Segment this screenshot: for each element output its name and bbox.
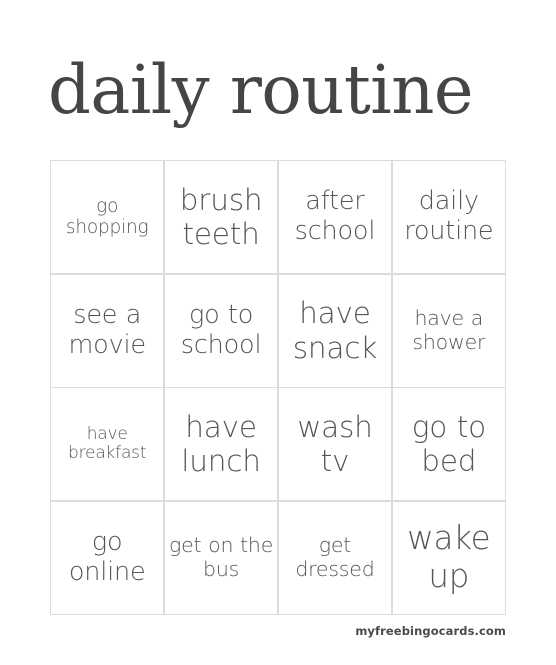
bingo-grid: go shopping brush teeth after school daily …: [50, 160, 506, 615]
bingo-cell-label: after school: [294, 186, 376, 247]
bingo-cell[interactable]: have breakfast: [51, 388, 164, 501]
bingo-cell[interactable]: go to bed: [392, 388, 505, 501]
bingo-cell-label: brush teeth: [179, 182, 263, 252]
bingo-cell[interactable]: after school: [278, 161, 392, 274]
bingo-cell[interactable]: go online: [51, 501, 164, 614]
bingo-cell[interactable]: see a movie: [51, 274, 164, 387]
bingo-cell-label: get on the bus: [168, 533, 274, 581]
bingo-cell-label: have lunch: [181, 410, 261, 479]
bingo-cell-label: see a movie: [68, 300, 147, 360]
bingo-cell-label: wash tv: [297, 410, 373, 479]
bingo-cell-label: have a shower: [412, 305, 486, 354]
bingo-cell-label: go to school: [180, 300, 262, 360]
bingo-cell[interactable]: brush teeth: [164, 161, 278, 274]
footer-attribution: myfreebingocards.com: [355, 624, 506, 638]
bingo-cell[interactable]: wash tv: [278, 388, 392, 501]
bingo-cell[interactable]: go shopping: [51, 161, 164, 274]
bingo-cell-label: go online: [68, 527, 146, 587]
bingo-cell-label: have snack: [292, 296, 378, 365]
bingo-cell[interactable]: go to school: [164, 274, 278, 387]
bingo-cell[interactable]: have a shower: [392, 274, 505, 387]
bingo-card: daily routine go shopping brush teeth afte…: [0, 0, 556, 665]
bingo-cell-label: go to bed: [411, 410, 486, 479]
bingo-cell[interactable]: get dressed: [278, 501, 392, 614]
bingo-cell-label: wake up: [407, 519, 491, 595]
bingo-cell-label: get dressed: [295, 533, 375, 581]
bingo-cell-label: go shopping: [65, 195, 149, 239]
bingo-cell-label: daily routine: [404, 186, 494, 247]
bingo-cell[interactable]: daily routine: [392, 161, 505, 274]
bingo-cell[interactable]: get on the bus: [164, 501, 278, 614]
bingo-cell[interactable]: have snack: [278, 274, 392, 387]
bingo-cell-label: have breakfast: [68, 423, 147, 464]
bingo-cell[interactable]: wake up: [392, 501, 505, 614]
bingo-cell[interactable]: have lunch: [164, 388, 278, 501]
page-title: daily routine: [48, 51, 474, 129]
